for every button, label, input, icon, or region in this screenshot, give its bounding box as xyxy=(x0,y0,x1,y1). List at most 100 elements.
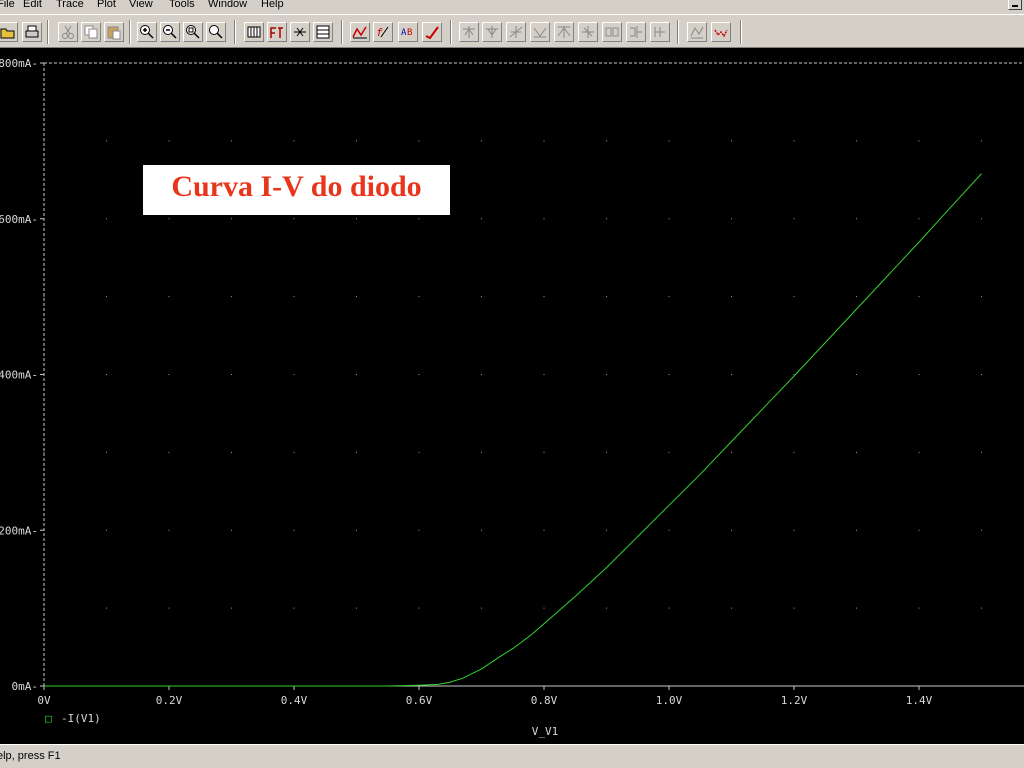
grid-dot xyxy=(606,607,607,609)
grid-dot xyxy=(231,607,232,609)
plot-settings-icon[interactable] xyxy=(313,22,333,42)
cursor-point-icon[interactable] xyxy=(554,22,574,42)
grid-dot xyxy=(981,529,982,531)
zoom-in-icon[interactable] xyxy=(137,22,157,42)
menu-file[interactable]: File xyxy=(0,0,15,11)
grid-dot xyxy=(856,374,857,375)
cursor-slope-icon[interactable] xyxy=(482,22,502,42)
x-tick-label: 1.2V xyxy=(781,694,808,707)
grid-dot xyxy=(856,218,857,220)
y-tick-label: 0mA- xyxy=(12,680,39,693)
cursor-min-icon[interactable] xyxy=(506,22,526,42)
print-icon[interactable] xyxy=(22,22,42,42)
svg-text:f: f xyxy=(376,26,383,39)
overlay-title-box: Curva I-V do diodo xyxy=(143,165,450,215)
eval-goal-icon[interactable]: f xyxy=(373,22,393,42)
zoom-fit-icon[interactable] xyxy=(206,22,226,42)
grid-dot xyxy=(543,607,545,609)
cursor-search-icon[interactable] xyxy=(578,22,598,42)
grid-dot xyxy=(356,374,357,375)
grid-dot xyxy=(793,374,795,375)
grid-dot xyxy=(918,140,920,142)
series-line xyxy=(44,173,982,687)
grid-dot xyxy=(918,374,920,375)
grid-dot xyxy=(918,607,920,609)
cursor-max-icon[interactable] xyxy=(530,22,550,42)
toggle-cursor-icon[interactable] xyxy=(687,22,707,42)
cut-icon[interactable] xyxy=(58,22,78,42)
cursor-label-icon[interactable] xyxy=(650,22,670,42)
open-icon[interactable] xyxy=(0,22,18,42)
y-tick-label: 400mA- xyxy=(0,369,38,382)
grid-dot xyxy=(168,374,170,375)
label-icon[interactable]: AB xyxy=(398,22,418,42)
grid-dot xyxy=(481,607,482,609)
grid-dot xyxy=(418,529,420,531)
toolbar-separator xyxy=(740,20,742,44)
toolbar-separator xyxy=(677,20,679,44)
grid-dot xyxy=(918,296,920,298)
menu-edit[interactable]: Edit xyxy=(23,0,42,11)
menu-trace[interactable]: Trace xyxy=(56,0,84,11)
x-tick-label: 0.6V xyxy=(406,694,433,707)
grid-dot xyxy=(981,451,982,453)
plot-window[interactable]: 0mA- 200mA- 400mA- 600mA- 800mA- 0V 0.2V 0.4V 0.… xyxy=(0,48,1024,744)
grid-dot xyxy=(106,451,107,453)
grid-dot xyxy=(606,529,607,531)
grid-dot xyxy=(356,451,357,453)
toolbar-separator xyxy=(129,20,131,44)
grid-dot xyxy=(731,451,732,453)
toolbar-separator xyxy=(450,20,452,44)
toolbar-separator xyxy=(47,20,49,44)
copy-icon[interactable] xyxy=(81,22,101,42)
cursor-trough-icon[interactable] xyxy=(459,22,479,42)
grid-dot xyxy=(606,140,607,142)
grid-dot xyxy=(856,607,857,609)
grid-dot xyxy=(356,529,357,531)
minimize-button[interactable] xyxy=(1008,0,1022,10)
mark-data-icon[interactable] xyxy=(422,22,442,42)
cursor-next-icon[interactable] xyxy=(602,22,622,42)
menu-help[interactable]: Help xyxy=(261,0,284,11)
menu-plot[interactable]: Plot xyxy=(97,0,116,11)
grid-dot xyxy=(918,218,920,220)
x-axis-label: V_V1 xyxy=(532,725,559,738)
grid-dot xyxy=(606,374,607,375)
grid-dot xyxy=(106,140,107,142)
grid-dot xyxy=(356,607,357,609)
grid-dot xyxy=(543,296,545,298)
grid-dot xyxy=(231,529,232,531)
zoom-out-icon[interactable] xyxy=(160,22,180,42)
iv-chart[interactable]: 0mA- 200mA- 400mA- 600mA- 800mA- 0V 0.2V 0.4V 0.… xyxy=(0,48,1024,744)
menu-window[interactable]: Window xyxy=(208,0,247,11)
grid-dot xyxy=(981,218,982,220)
grid-dot xyxy=(106,296,107,298)
grid-dot xyxy=(293,140,295,142)
paste-icon[interactable] xyxy=(104,22,124,42)
grid-dot xyxy=(543,451,545,453)
grid-dot xyxy=(668,451,670,453)
fourier-icon[interactable] xyxy=(267,22,287,42)
grid-dot xyxy=(793,607,795,609)
grid-dot xyxy=(293,296,295,298)
menu-view[interactable]: View xyxy=(129,0,153,11)
grid-dot xyxy=(168,451,170,453)
grid-dot xyxy=(356,140,357,142)
grid-dot xyxy=(731,296,732,298)
mark-label-icon[interactable] xyxy=(711,22,731,42)
axis-settings-icon[interactable] xyxy=(244,22,264,42)
grid-dot xyxy=(43,451,45,453)
add-trace-icon[interactable] xyxy=(290,22,310,42)
zoom-area-icon[interactable] xyxy=(183,22,203,42)
grid-dot xyxy=(981,374,982,375)
grid-dot xyxy=(918,451,920,453)
cursor-prev-icon[interactable] xyxy=(626,22,646,42)
menu-tools[interactable]: Tools xyxy=(169,0,195,11)
grid-dot xyxy=(543,374,545,375)
grid-dot xyxy=(668,140,670,142)
svg-text:B: B xyxy=(407,28,412,38)
menu-bar: File Edit Trace Plot View Tools Window H… xyxy=(0,0,1024,14)
grid-dot xyxy=(231,140,232,142)
grid-dot xyxy=(856,140,857,142)
cursor-peak-icon[interactable] xyxy=(350,22,370,42)
